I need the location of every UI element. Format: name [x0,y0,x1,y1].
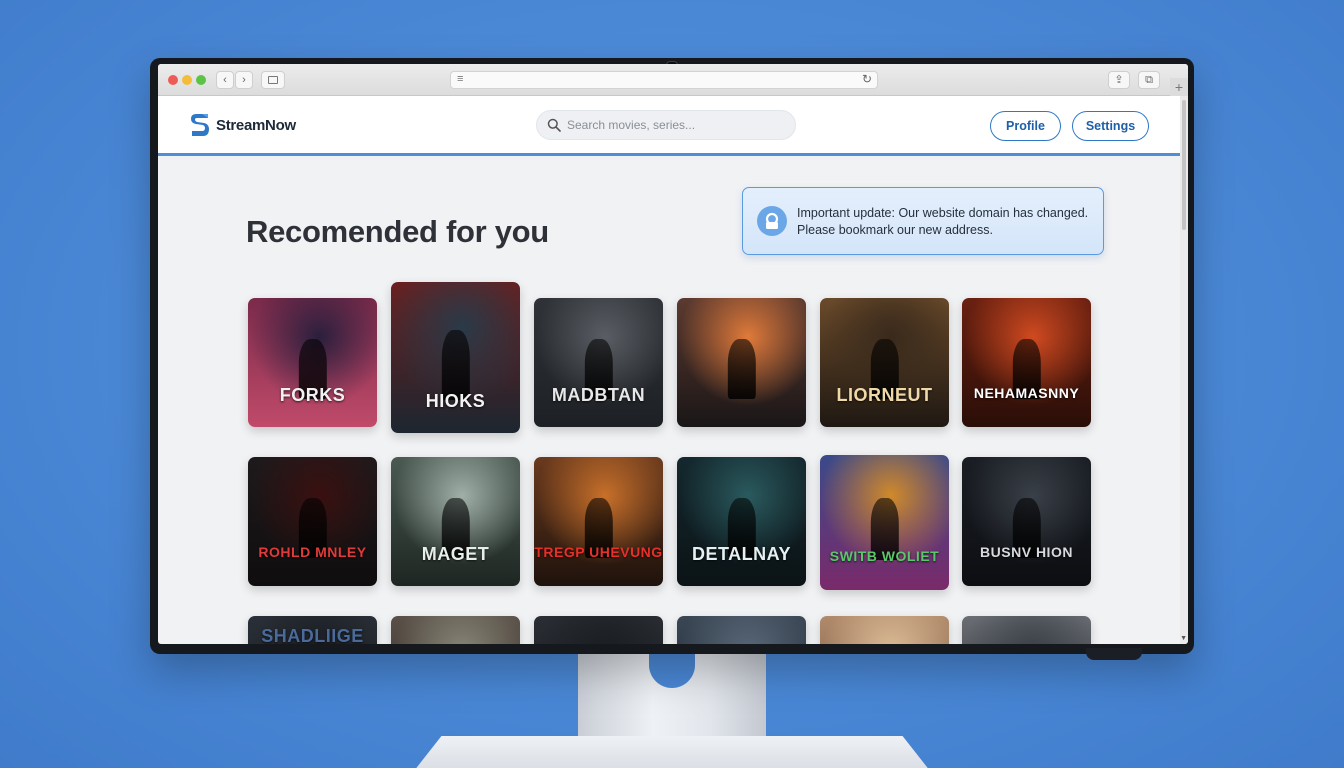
movie-card[interactable]: SHADLIIGE [248,616,377,644]
new-tab-button[interactable]: + [1170,78,1188,96]
movie-card[interactable] [962,616,1091,644]
movie-title: ROHLD MNLEY [258,544,367,560]
maximize-window-button[interactable] [196,75,206,85]
movie-title: TREGP UHEVUNG [534,544,663,560]
page-scrollbar[interactable]: ▼ [1180,96,1188,644]
movie-title: DETALNAY [691,544,791,564]
movie-card[interactable]: TREGP UHEVUNG [534,457,663,586]
scroll-down-arrow-icon[interactable]: ▼ [1180,635,1187,642]
movie-title: MADBTAN [551,385,646,405]
movie-poster-figure [441,330,470,400]
movie-title: MAGET [421,544,490,564]
movie-card[interactable] [391,616,520,644]
chevron-right-icon: › [242,74,246,86]
movie-card[interactable] [534,616,663,644]
movie-grid: FORKS HIOKS MADBTAN LIORNEUT NEHAMASNNY ROHLD… [248,64,1098,644]
movie-card[interactable]: FORKS [248,298,377,427]
movie-card[interactable] [820,616,949,644]
movie-card[interactable] [677,298,806,427]
back-button[interactable]: ‹ [216,71,234,89]
movie-card[interactable]: LIORNEUT [820,298,949,427]
share-icon: ⇪ [1114,74,1124,86]
monitor: ‹ › ≡ ↻ ⇪ ⧉ + StreamNow Search movies, s… [150,58,1194,660]
movie-card[interactable]: ROHLD MNLEY [248,457,377,586]
share-button[interactable]: ⇪ [1108,71,1130,89]
minimize-window-button[interactable] [182,75,192,85]
monitor-stand-base [410,736,934,768]
movie-title: BUSNV HION [980,544,1073,560]
movie-title: NEHAMASNNY [973,385,1080,401]
movie-card[interactable]: NEHAMASNNY [962,298,1091,427]
movie-card[interactable] [677,616,806,644]
movie-card[interactable]: BUSNV HION [962,457,1091,586]
tabs-icon: ⧉ [1145,74,1153,86]
streamnow-logo-icon [190,112,210,138]
movie-title: HIOKS [425,391,486,411]
monitor-bezel-control [1086,648,1142,660]
movie-poster-figure [727,339,756,399]
close-window-button[interactable] [168,75,178,85]
movie-title: FORKS [279,385,346,405]
movie-title: SHADLIIGE [261,626,364,644]
movie-title: LIORNEUT [836,385,933,405]
movie-card[interactable]: MADBTAN [534,298,663,427]
movie-card[interactable]: DETALNAY [677,457,806,586]
movie-title: SWITB WOLIET [829,548,940,564]
browser-window: ‹ › ≡ ↻ ⇪ ⧉ + StreamNow Search movies, s… [158,64,1188,644]
scrollbar-thumb[interactable] [1182,100,1186,230]
movie-card[interactable]: HIOKS [391,282,520,433]
tabs-overview-button[interactable]: ⧉ [1138,71,1160,89]
chevron-left-icon: ‹ [223,74,227,86]
movie-card[interactable]: SWITB WOLIET [820,455,949,590]
movie-card[interactable]: MAGET [391,457,520,586]
